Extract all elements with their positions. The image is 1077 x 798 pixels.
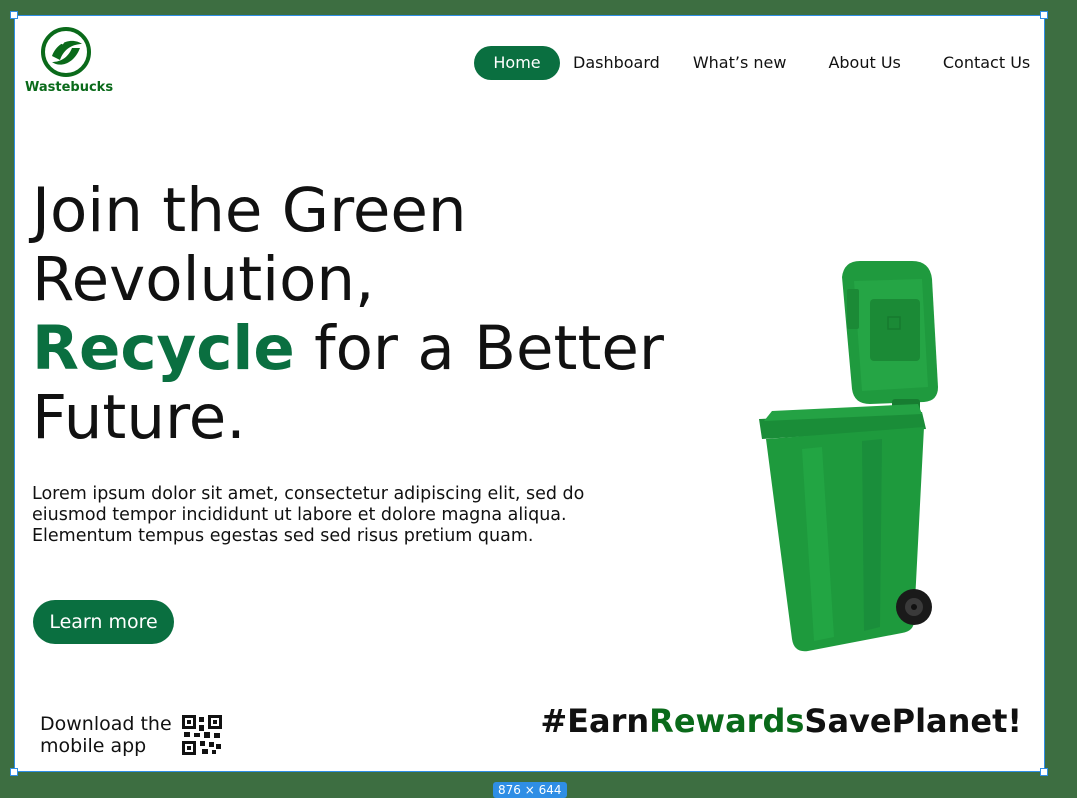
hashtag-part1: #Earn (540, 702, 650, 740)
hashtag-part3: SavePlanet! (804, 702, 1022, 740)
resize-handle-top-right[interactable] (1040, 11, 1048, 19)
hero-title-line3: for a Better (294, 313, 664, 384)
download-app-text: Download the mobile app (40, 713, 172, 757)
green-wheelie-bin (759, 261, 938, 652)
resize-handle-top-left[interactable] (10, 11, 18, 19)
hero-title-line2: Revolution, (32, 244, 375, 315)
artboard-frame: Wastebucks Home Dashboard What’s new Abo… (14, 15, 1045, 772)
hashtag-part2: Rewards (649, 702, 805, 740)
nav-home[interactable]: Home (474, 46, 560, 80)
nav-contact-us[interactable]: Contact Us (943, 46, 1030, 80)
leaf-globe-icon (41, 27, 91, 77)
logo[interactable]: Wastebucks (25, 26, 114, 95)
main-nav: Home Dashboard What’s new About Us Conta… (474, 46, 1030, 80)
hero-title-accent: Recycle (32, 313, 295, 384)
hero-title-line1: Join the Green (32, 175, 467, 246)
brand-name: Wastebucks (25, 80, 114, 95)
learn-more-button[interactable]: Learn more (33, 600, 174, 644)
resize-handle-bottom-left[interactable] (10, 768, 18, 776)
canvas-size-badge: 876 × 644 (493, 782, 567, 798)
qr-code-icon[interactable] (182, 715, 222, 755)
hero-title: Join the Green Revolution, Recycle for a… (32, 176, 664, 452)
hero-description: Lorem ipsum dolor sit amet, consectetur … (32, 484, 585, 546)
hashtag-slogan: #EarnRewardsSavePlanet! (540, 702, 1022, 740)
nav-whats-new[interactable]: What’s new (693, 46, 787, 80)
nav-dashboard[interactable]: Dashboard (573, 46, 660, 80)
resize-handle-bottom-right[interactable] (1040, 768, 1048, 776)
hero-title-line4: Future. (32, 382, 246, 453)
nav-about-us[interactable]: About Us (828, 46, 900, 80)
